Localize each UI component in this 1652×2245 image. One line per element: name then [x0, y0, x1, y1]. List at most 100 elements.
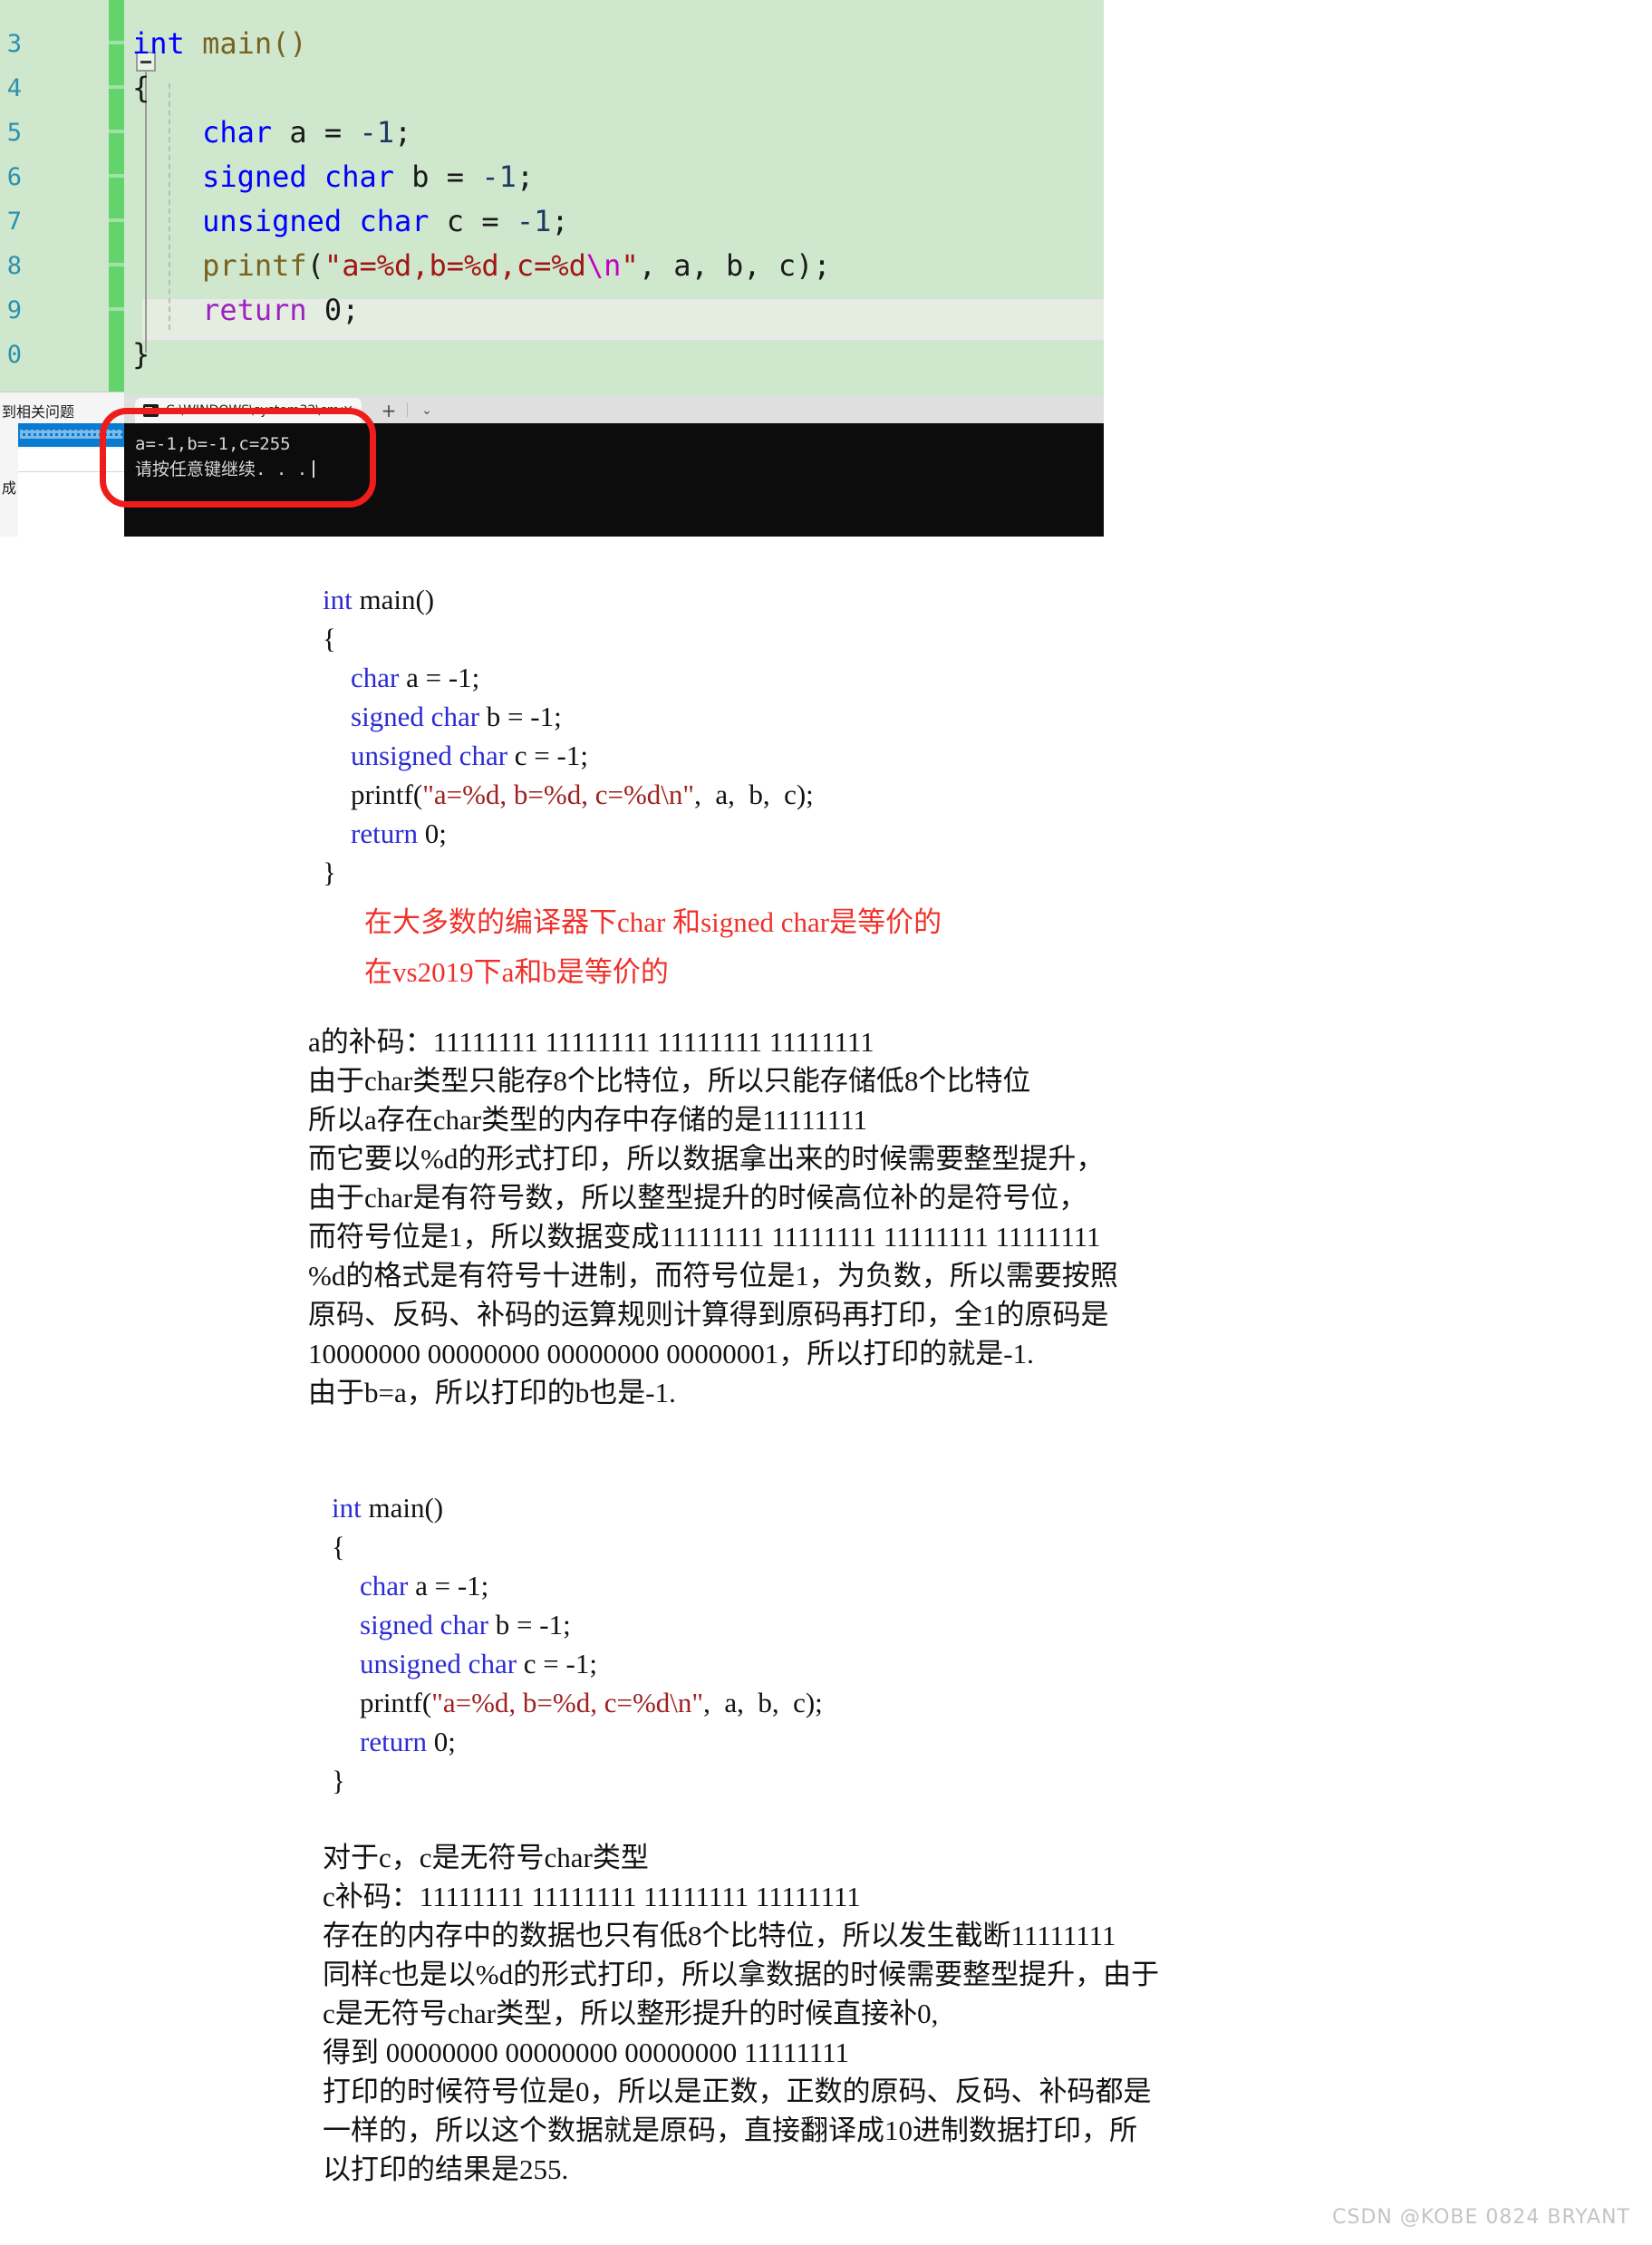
- editor-line-number: 5: [6, 119, 22, 147]
- code-token: main(): [352, 584, 435, 615]
- vs-output-panel[interactable]: 到相关问题 成: [0, 392, 124, 537]
- editor-code-text[interactable]: int main() { char a = -1; signed char b =…: [132, 22, 831, 377]
- editor-line-number: 7: [6, 208, 22, 236]
- editor-line-number: 8: [6, 252, 22, 280]
- paragraph-line: 由于b=a，所以打印的b也是-1.: [308, 1377, 676, 1408]
- terminal-caret: [313, 460, 315, 478]
- code-token: 0;: [418, 818, 447, 849]
- code-token: c = -1;: [507, 740, 588, 771]
- paragraph-line: 由于char类型只能存8个比特位，所以只能存储低8个比特位: [308, 1065, 1031, 1097]
- code-token: printf: [202, 248, 307, 283]
- editor-change-bar: [109, 0, 124, 392]
- terminal-output-line: 请按任意键继续. . .: [135, 457, 1104, 482]
- paragraph-line: 由于char是有符号数，所以整型提升的时候高位补的是符号位，: [308, 1182, 1087, 1214]
- code-line: {: [132, 66, 831, 111]
- code-line: }: [332, 1761, 823, 1800]
- code-token: ;: [516, 160, 535, 194]
- paragraph-line: 10000000 00000000 00000000 00000001，所以打印…: [308, 1338, 1034, 1369]
- code-line: }: [132, 333, 831, 377]
- code-token: b =: [393, 160, 482, 194]
- code-token: b = -1;: [479, 701, 562, 732]
- paragraph-line: %d的格式是有符号十进制，而符号位是1，为负数，所以需要按照: [308, 1260, 1118, 1292]
- code-token: ;: [551, 204, 569, 238]
- code-line: }: [323, 853, 814, 892]
- code-token: \n: [585, 248, 622, 283]
- terminal-window[interactable]: C:\WINDOWS\system32\cmd. ✕ + ⌄ a=-1,b=-1…: [124, 396, 1104, 537]
- editor-line-number: 3: [6, 30, 22, 58]
- code-token: signed char: [351, 701, 480, 732]
- terminal-output[interactable]: a=-1,b=-1,c=255 请按任意键继续. . .: [124, 423, 1104, 537]
- code-token: , a, b, c);: [638, 248, 831, 283]
- red-note-line: 在vs2019下a和b是等价的: [364, 956, 669, 988]
- code-line: unsigned char c = -1;: [323, 736, 814, 775]
- paragraph-line: 原码、反码、补码的运算规则计算得到原码再打印，全1的原码是: [308, 1299, 1109, 1331]
- code-line: signed char b = -1;: [323, 697, 814, 736]
- code-token: c =: [429, 204, 517, 238]
- code-token: {: [132, 71, 150, 105]
- paragraph-line: 对于c，c是无符号char类型: [323, 1842, 649, 1873]
- paragraph-line: 打印的时候符号位是0，所以是正数，正数的原码、反码、补码都是: [323, 2076, 1152, 2107]
- code-token: char: [360, 1570, 409, 1601]
- code-line: return 0;: [332, 1722, 823, 1761]
- red-note-line: 在大多数的编译器下char 和signed char是等价的: [364, 906, 942, 938]
- vs-output-panel-list: [18, 472, 124, 537]
- code-line: char a = -1;: [132, 111, 831, 155]
- code-token: "a=%d,b=%d,c=%d: [324, 248, 586, 283]
- code-token: -1: [481, 160, 517, 194]
- code-token: int: [332, 1492, 362, 1524]
- console-icon: [143, 404, 159, 417]
- terminal-output-line: a=-1,b=-1,c=255: [135, 434, 291, 454]
- code-token: }: [132, 337, 150, 372]
- code-token: a = -1;: [399, 662, 480, 693]
- vs-output-panel-selected-row[interactable]: [18, 423, 124, 447]
- code-block-first: int main() { char a = -1; signed char b =…: [323, 580, 814, 892]
- code-token: , a, b, c);: [703, 1687, 823, 1718]
- code-line: unsigned char c = -1;: [332, 1644, 823, 1683]
- paragraph-line: 所以a存在char类型的内存中存储的是11111111: [308, 1104, 868, 1136]
- code-token: ;: [393, 115, 412, 150]
- code-token: -1: [359, 115, 394, 150]
- close-icon[interactable]: ✕: [343, 403, 353, 418]
- paragraph-line: 而它要以%d的形式打印，所以数据拿出来的时候需要整型提升，: [308, 1143, 1105, 1175]
- code-token: unsigned char: [351, 740, 508, 771]
- code-line: return 0;: [132, 288, 831, 333]
- code-line: printf("a=%d, b=%d, c=%d\n", a, b, c);: [332, 1683, 823, 1722]
- code-token: 0;: [427, 1726, 456, 1757]
- code-line: int main(): [132, 22, 831, 66]
- vs-output-panel-row[interactable]: [18, 449, 124, 472]
- code-token: int: [323, 584, 353, 615]
- code-token: main(): [361, 1492, 444, 1524]
- code-line: printf("a=%d, b=%d, c=%d\n", a, b, c);: [323, 775, 814, 814]
- code-line: printf("a=%d,b=%d,c=%d\n", a, b, c);: [132, 244, 831, 288]
- code-line: {: [323, 619, 814, 658]
- chevron-down-icon[interactable]: ⌄: [414, 400, 440, 421]
- editor-line-number: 6: [6, 163, 22, 191]
- paragraph-line: c补码：11111111 11111111 11111111 11111111: [323, 1881, 861, 1912]
- code-token: }: [332, 1765, 345, 1796]
- code-token: c = -1;: [517, 1648, 597, 1679]
- code-block-second: int main() { char a = -1; signed char b =…: [332, 1488, 823, 1800]
- paragraph-line: 存在的内存中的数据也只有低8个比特位，所以发生截断11111111: [323, 1920, 1116, 1951]
- code-token: char: [351, 662, 400, 693]
- terminal-tab[interactable]: C:\WINDOWS\system32\cmd. ✕: [135, 398, 362, 423]
- new-tab-icon[interactable]: +: [376, 400, 401, 421]
- terminal-tab-bar: C:\WINDOWS\system32\cmd. ✕ + ⌄: [124, 396, 1104, 423]
- code-line: {: [332, 1527, 823, 1566]
- code-line: signed char b = -1;: [132, 155, 831, 199]
- explanation-paragraph-second: 对于c，c是无符号char类型 c补码：11111111 11111111 111…: [323, 1838, 1159, 2189]
- vs-editor-screenshot: int main() { char a = -1; signed char b =…: [0, 0, 1104, 537]
- code-token: char: [202, 115, 273, 150]
- code-token: unsigned char: [202, 204, 430, 238]
- code-token: {: [332, 1531, 345, 1563]
- code-token: printf(: [323, 779, 423, 810]
- code-token: return: [360, 1726, 428, 1757]
